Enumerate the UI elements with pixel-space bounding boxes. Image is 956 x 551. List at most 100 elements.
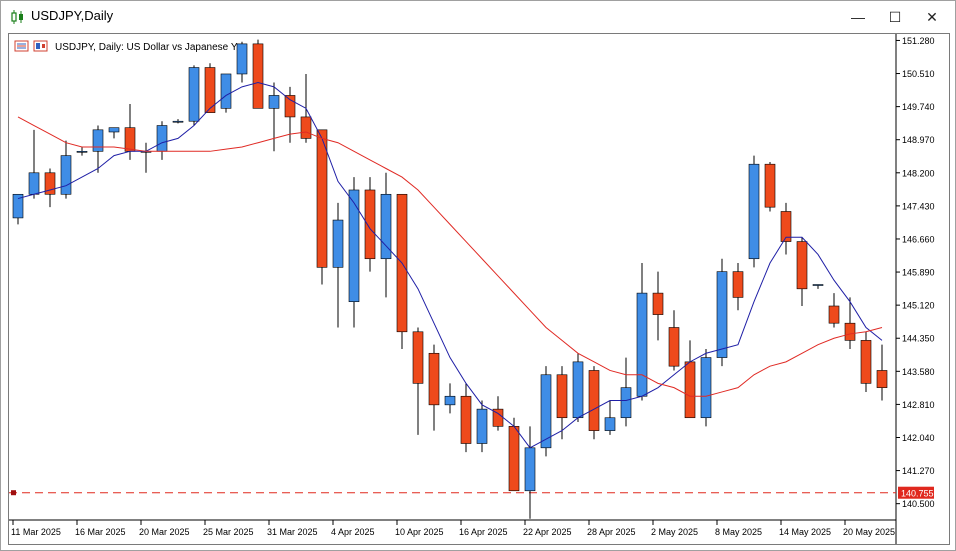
price-level-line[interactable]: 140.755 [9,486,934,499]
candle-body [876,370,888,388]
candlestick-icon [10,9,26,25]
candle-body [412,331,424,384]
candle-body [124,127,136,152]
candle[interactable] [380,172,392,298]
chart-area[interactable]: USDJPY, Daily: US Dollar vs Japanese Yen… [8,33,950,545]
candle-body [92,129,104,152]
candle[interactable] [444,383,456,414]
window-title: USDJPY,Daily [31,8,114,23]
candle-body [572,361,584,419]
candle-body [652,292,664,315]
candle[interactable] [476,400,488,453]
chart-list-icon [14,40,29,52]
candle[interactable] [188,65,200,126]
candle-body [284,95,296,118]
candle[interactable] [172,119,184,124]
time-axis: 11 Mar 2025 16 Mar 2025 20 Mar 2025 25 Mar … [11,520,895,537]
close-button[interactable]: ✕ [917,5,947,29]
candle[interactable] [412,327,424,435]
time-tick-label: 22 Apr 2025 [523,527,572,537]
candle-body [444,395,456,406]
candle[interactable] [732,263,744,311]
chart-title: USDJPY, Daily: US Dollar vs Japanese Yen [55,42,248,53]
time-tick-label: 25 Mar 2025 [203,527,254,537]
candle[interactable] [700,348,712,427]
price-level-label: 140.755 [901,489,934,499]
candle[interactable] [780,202,792,255]
candle[interactable] [604,400,616,435]
candle-body [812,284,824,286]
candle-body [604,417,616,431]
candle[interactable] [364,177,376,272]
candle[interactable] [460,383,472,453]
candle-body [684,361,696,419]
candle-body [220,73,232,109]
candle[interactable] [812,284,824,289]
candle-body [796,241,808,290]
candle-body [172,120,184,123]
candle[interactable] [28,129,40,199]
candle[interactable] [156,121,168,160]
candle[interactable] [684,340,696,419]
price-tick-label: 147.430 [902,201,935,211]
time-tick-label: 20 May 2025 [843,527,895,537]
candle[interactable] [252,39,264,109]
candle-body [316,129,328,268]
time-tick-label: 8 May 2025 [715,527,762,537]
candle[interactable] [748,155,760,268]
candle-body [636,292,648,397]
time-tick-label: 2 May 2025 [651,527,698,537]
candle[interactable] [652,271,664,341]
candle-body [76,151,88,153]
candle[interactable] [44,168,56,208]
candle-body [300,116,312,139]
candle[interactable] [12,193,24,225]
candle[interactable] [540,366,552,457]
candle[interactable] [588,366,600,440]
candle[interactable] [636,263,648,401]
candle[interactable] [236,41,248,83]
chart-window-icon [33,40,48,52]
candle[interactable] [876,344,888,401]
candle[interactable] [332,202,344,328]
candle[interactable] [668,310,680,371]
candle[interactable] [620,357,632,427]
candle[interactable] [348,177,360,328]
candle[interactable] [140,142,152,173]
time-tick-label: 20 Mar 2025 [139,527,190,537]
candle[interactable] [60,140,72,199]
price-level-handle[interactable] [11,490,16,496]
candle[interactable] [76,147,88,156]
time-tick-label: 28 Apr 2025 [587,527,636,537]
candle[interactable] [508,417,520,492]
price-tick-label: 148.970 [902,135,935,145]
price-tick-label: 148.200 [902,168,935,178]
candle[interactable] [844,297,856,349]
candle-body [748,163,760,260]
candle-body [764,163,776,208]
candle[interactable] [428,344,440,431]
candle[interactable] [108,127,120,139]
candle-body [524,447,536,492]
candle[interactable] [316,129,328,285]
candle[interactable] [268,82,280,152]
candle[interactable] [796,237,808,307]
candle[interactable] [828,293,840,328]
candle[interactable] [860,331,872,392]
title-bar[interactable]: USDJPY,Daily — ☐ ✕ [1,1,955,32]
candle-body [156,125,168,152]
time-tick-label: 16 Mar 2025 [75,527,126,537]
price-tick-label: 143.580 [902,367,935,377]
candlestick-chart[interactable]: USDJPY, Daily: US Dollar vs Japanese Yen… [9,34,949,544]
maximize-button[interactable]: ☐ [880,5,910,29]
candle-body [588,370,600,431]
candle-body [252,43,264,109]
price-tick-label: 140.500 [902,499,935,509]
candle[interactable] [764,162,776,212]
time-tick-label: 4 Apr 2025 [331,527,375,537]
minimize-button[interactable]: — [843,5,873,29]
candle[interactable] [396,193,408,349]
candle[interactable] [572,353,584,423]
candle-body [732,271,744,298]
candle[interactable] [524,426,536,519]
